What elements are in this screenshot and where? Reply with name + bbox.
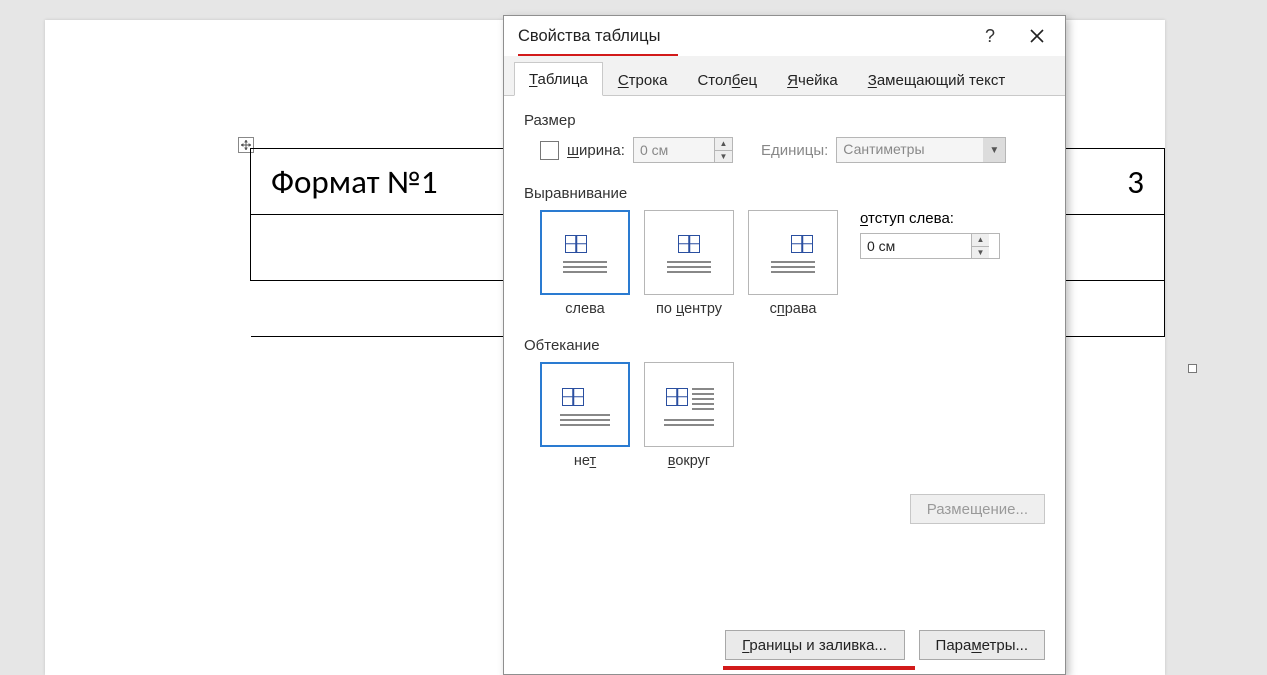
align-center-icon [667, 233, 711, 273]
indent-label: отступ слева: [860, 210, 1000, 227]
tab-cell[interactable]: Ячейка [772, 63, 853, 96]
table-properties-dialog: Свойства таблицы ? Таблица Строка Столбе… [503, 15, 1066, 675]
cell-text: Формат №1 [271, 162, 438, 202]
help-button[interactable]: ? [979, 22, 1001, 51]
wrap-around-option[interactable]: вокруг [644, 362, 734, 469]
width-checkbox[interactable] [540, 141, 559, 160]
dialog-titlebar: Свойства таблицы ? [504, 16, 1065, 56]
table-cell[interactable] [251, 281, 546, 337]
dialog-body: Размер ширина: ▲▼ Единицы: Сантиметры ▼ … [504, 96, 1065, 674]
width-input[interactable] [634, 138, 714, 162]
spin-up-icon[interactable]: ▲ [972, 234, 989, 247]
placement-button: Размещение... [910, 494, 1045, 524]
align-right-icon [771, 233, 815, 273]
units-select[interactable]: Сантиметры ▼ [836, 137, 1006, 163]
tab-alt-text[interactable]: Замещающий текст [853, 63, 1020, 96]
section-align-label: Выравнивание [524, 185, 1045, 202]
units-value: Сантиметры [837, 138, 983, 162]
align-left-icon [563, 233, 607, 273]
cell-text: 3 [1127, 162, 1144, 202]
options-button[interactable]: Параметры... [919, 630, 1045, 660]
section-size-label: Размер [524, 112, 1045, 129]
width-spinbox[interactable]: ▲▼ [633, 137, 733, 163]
wrap-none-option[interactable]: нет [540, 362, 630, 469]
tab-row[interactable]: Строка [603, 63, 683, 96]
indent-input[interactable] [861, 234, 971, 258]
wrap-none-icon [560, 384, 610, 426]
annotation-underline [723, 666, 915, 670]
spin-down-icon[interactable]: ▼ [972, 247, 989, 259]
table-cell[interactable]: Формат №1 [251, 149, 546, 215]
units-label: Единицы: [761, 142, 828, 159]
wrap-around-icon [664, 384, 714, 426]
tab-column[interactable]: Столбец [682, 63, 772, 96]
indent-spinbox[interactable]: ▲▼ [860, 233, 1000, 259]
tab-table[interactable]: Таблица [514, 62, 603, 96]
table-resize-handle-icon[interactable] [1188, 364, 1197, 373]
align-left-option[interactable]: слева [540, 210, 630, 317]
align-center-option[interactable]: по центру [644, 210, 734, 317]
close-icon [1029, 28, 1045, 44]
borders-shading-button[interactable]: Границы и заливка... [725, 630, 905, 660]
spin-down-icon[interactable]: ▼ [715, 151, 732, 163]
chevron-down-icon[interactable]: ▼ [983, 138, 1005, 162]
dialog-title: Свойства таблицы [518, 27, 660, 46]
close-button[interactable] [1023, 24, 1051, 48]
width-label: ширина: [567, 142, 625, 159]
align-right-option[interactable]: справа [748, 210, 838, 317]
section-wrap-label: Обтекание [524, 337, 1045, 354]
spin-up-icon[interactable]: ▲ [715, 138, 732, 151]
tab-strip: Таблица Строка Столбец Ячейка Замещающий… [504, 56, 1065, 96]
